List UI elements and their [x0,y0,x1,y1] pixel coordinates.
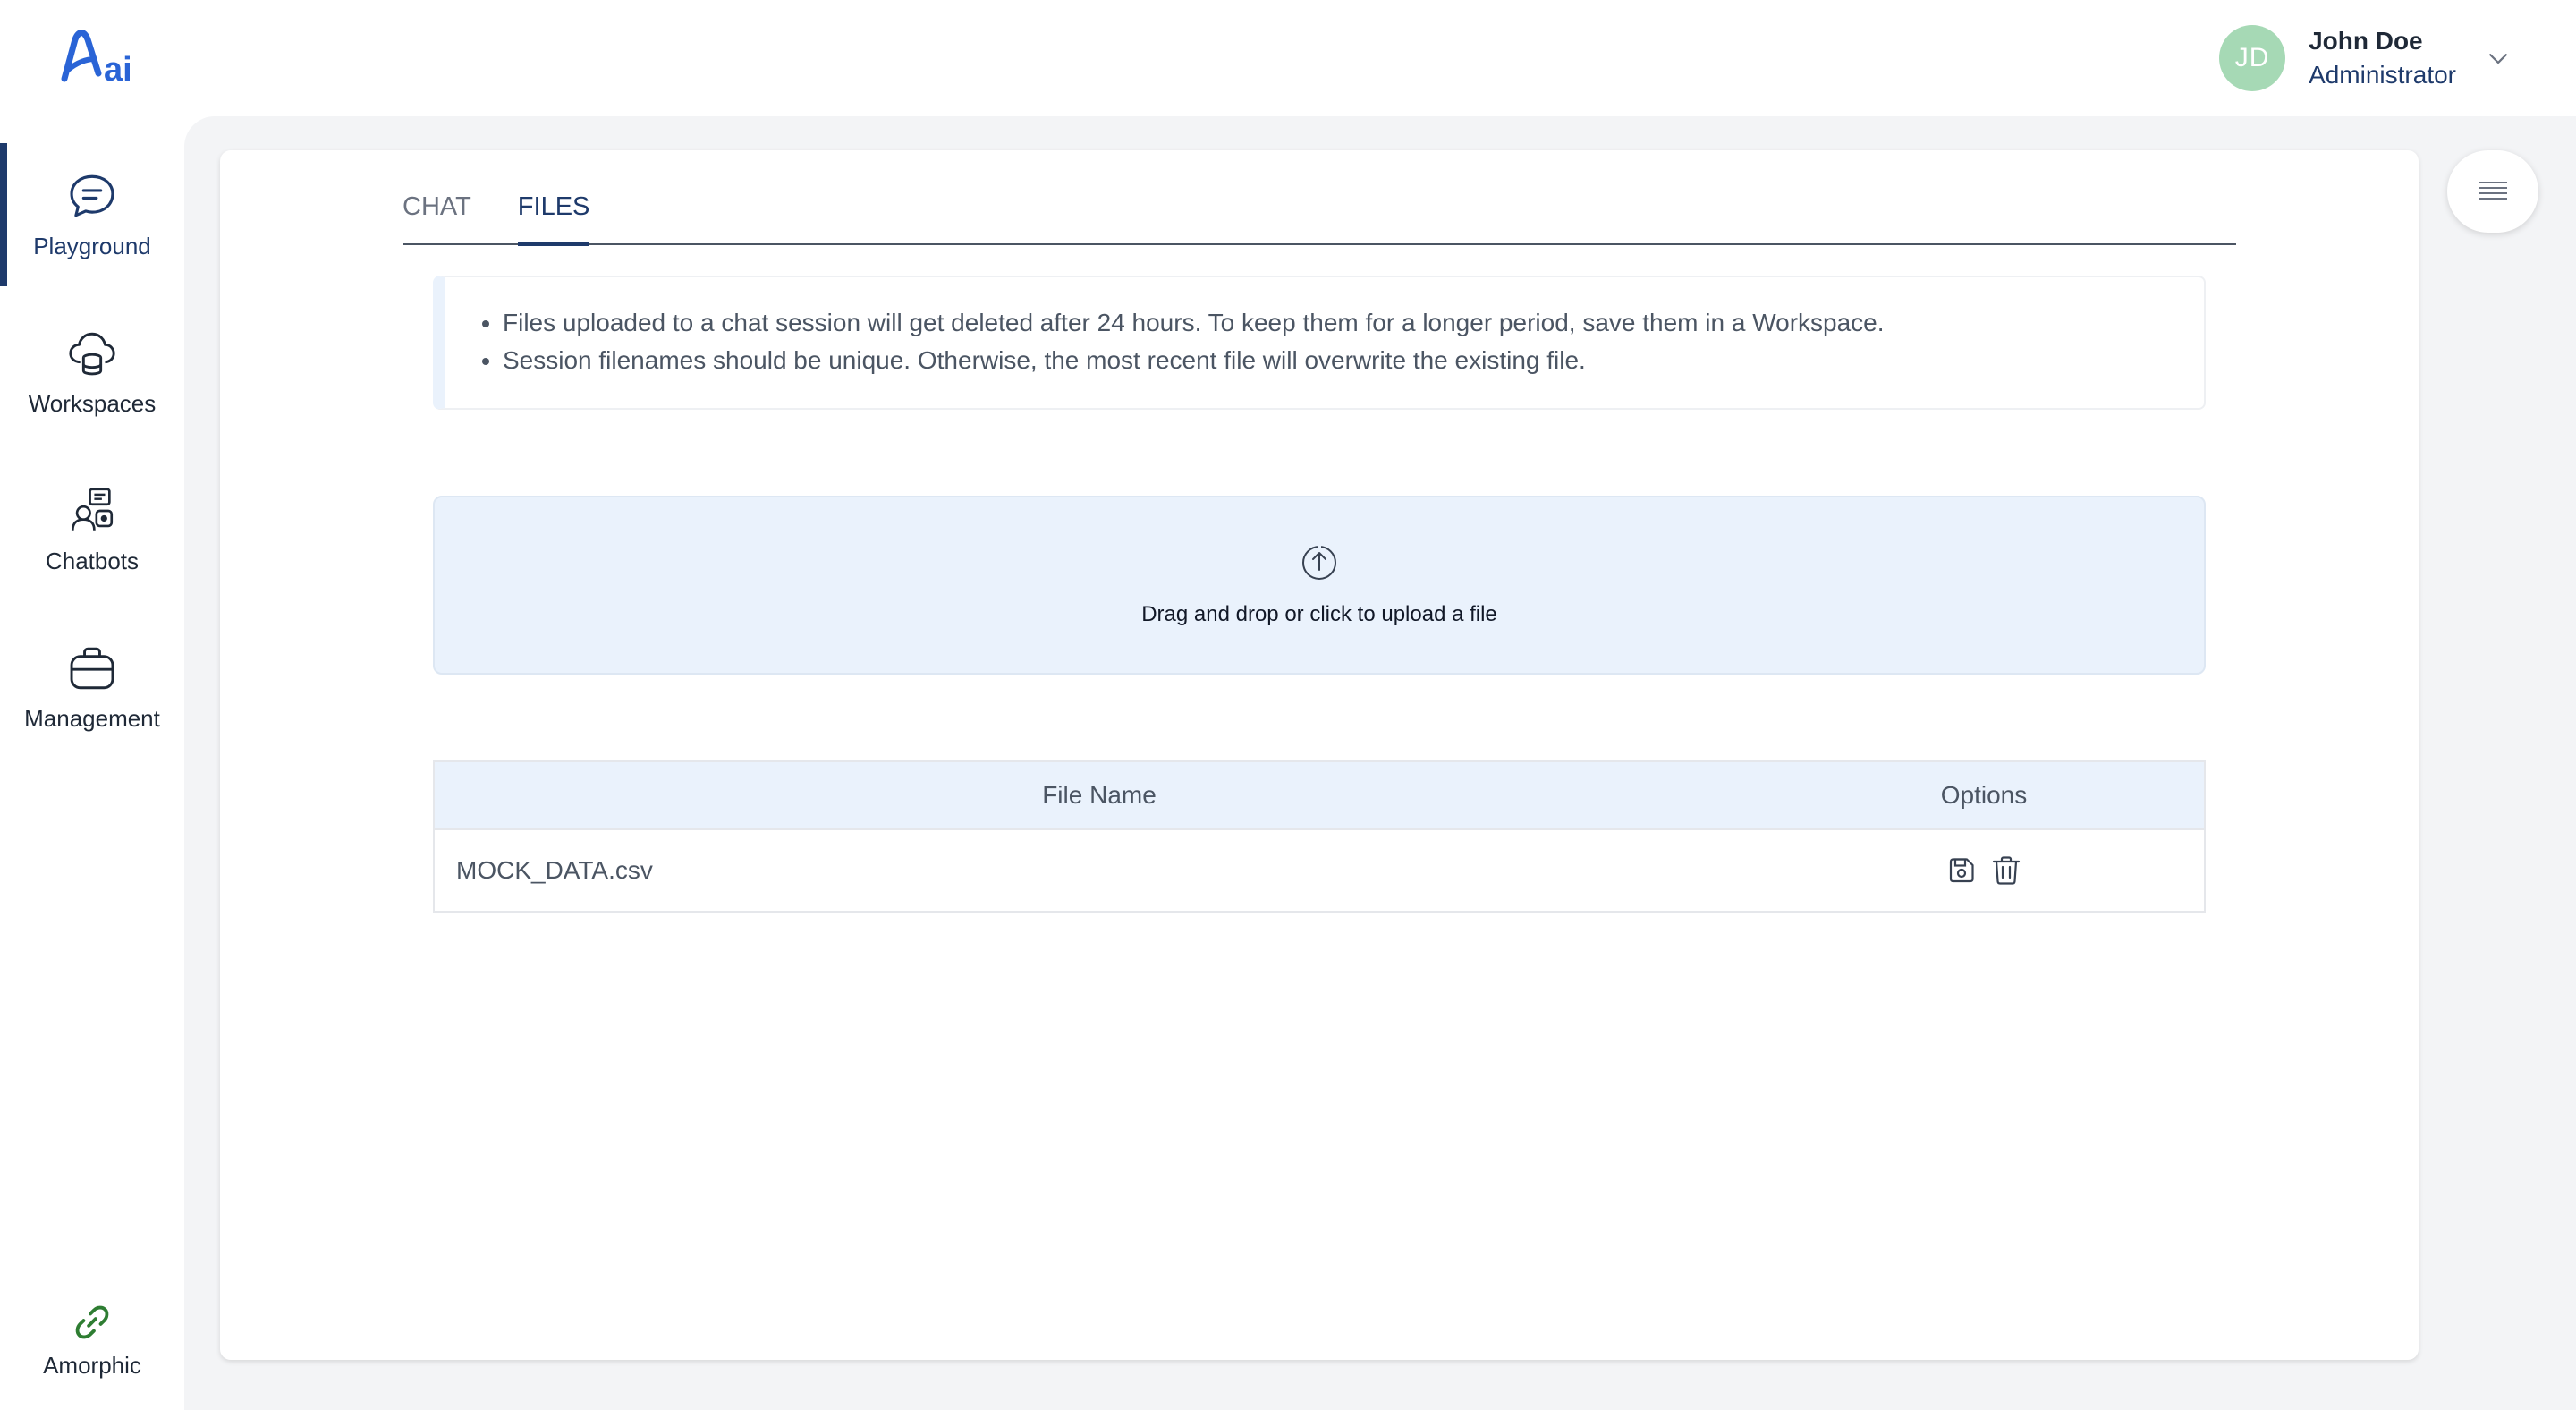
sidebar-item-label: Workspaces [28,389,157,417]
info-notice: Files uploaded to a chat session will ge… [433,276,2206,410]
delete-file-button[interactable] [1990,854,2022,887]
sidebar-item-chatbots[interactable]: Chatbots [0,458,184,601]
files-table: File Name Options MOCK_DATA.csv [433,760,2206,913]
tab-chat[interactable]: CHAT [402,192,471,243]
menu-button[interactable] [2447,150,2538,233]
amorphic-link[interactable]: Amorphic [18,1302,166,1391]
user-name: John Doe [2309,27,2423,55]
file-name-cell: MOCK_DATA.csv [456,856,653,884]
cloud-database-icon [69,332,115,375]
tab-files[interactable]: FILES [517,192,589,246]
table-header: File Name Options [435,762,2204,830]
sidebar-item-playground[interactable]: Playground [0,143,184,286]
trash-icon [1992,856,2021,885]
info-line: Files uploaded to a chat session will ge… [503,304,2204,342]
user-role: Administrator [2309,61,2456,89]
upload-icon [1302,543,1336,580]
avatar[interactable]: JD [2219,25,2286,91]
chevron-down-icon[interactable] [2485,45,2512,72]
sidebar: Playground Workspaces Chatbots Managemen… [0,116,184,1410]
column-header-options: Options [1940,781,2028,809]
save-icon [1949,858,1974,883]
table-row: MOCK_DATA.csv [435,830,2204,911]
file-dropzone[interactable]: Drag and drop or click to upload a file [433,496,2206,675]
user-info: John Doe Administrator [2309,27,2456,89]
chat-bubble-icon [70,174,114,217]
logo-text: ai [104,51,132,89]
sidebar-item-label: Management [24,704,160,732]
app-logo[interactable]: ai [55,23,147,95]
briefcase-icon [70,647,114,689]
hamburger-menu-icon [2479,182,2507,200]
amorphic-link-label: Amorphic [43,1352,141,1379]
link-icon [75,1305,109,1339]
column-header-file-name: File Name [1042,781,1157,809]
save-to-workspace-button[interactable] [1945,854,1978,887]
info-list: Files uploaded to a chat session will ge… [481,304,2204,379]
sidebar-item-label: Playground [33,232,151,259]
tab-bar: CHAT FILES [402,175,2236,246]
info-line: Session filenames should be unique. Othe… [503,342,2204,379]
sidebar-item-workspaces[interactable]: Workspaces [0,301,184,444]
options-cell [1764,854,2204,887]
user-menu[interactable]: JD John Doe Administrator [2219,21,2512,95]
dropzone-text: Drag and drop or click to upload a file [1141,602,1497,626]
sidebar-item-label: Chatbots [45,547,140,574]
sidebar-item-management[interactable]: Management [0,616,184,759]
chatbot-icon [71,488,114,531]
